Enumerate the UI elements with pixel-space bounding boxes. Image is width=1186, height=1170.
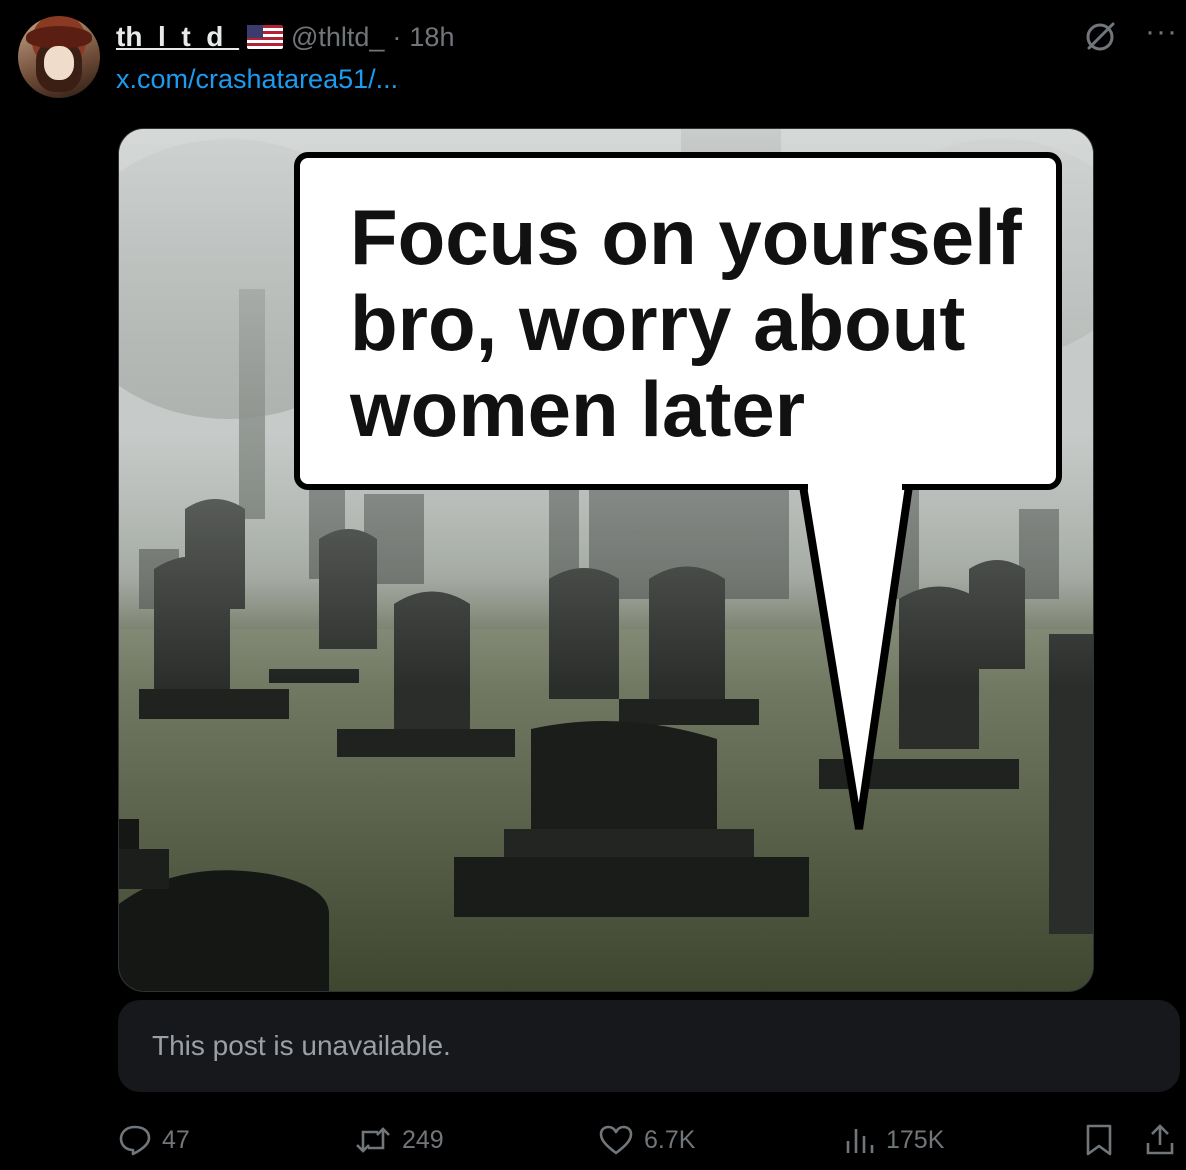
bookmark-icon (1086, 1124, 1112, 1156)
tweet-header: th_l_t_d_ @thltd_ · 18h (116, 20, 454, 54)
avatar[interactable] (18, 16, 100, 98)
views-count: 175K (886, 1125, 945, 1154)
repost-count: 249 (402, 1125, 444, 1154)
timestamp[interactable]: 18h (409, 22, 454, 53)
speech-bubble-seam (808, 478, 902, 492)
reply-icon (119, 1125, 151, 1156)
speech-bubble-text: Focus on yourself bro, worry about women… (350, 193, 1022, 453)
bookmark-button[interactable] (1084, 1120, 1114, 1160)
repost-icon (356, 1127, 390, 1153)
unavailable-text: This post is unavailable. (152, 1030, 451, 1061)
views-button[interactable]: 175K (844, 1120, 944, 1160)
separator-dot: · (392, 21, 402, 52)
like-button[interactable]: 6.7K (598, 1120, 695, 1160)
us-flag-icon (246, 25, 283, 49)
grok-icon[interactable] (1083, 20, 1117, 54)
like-icon (599, 1125, 633, 1155)
like-count: 6.7K (644, 1125, 696, 1154)
display-name[interactable]: th_l_t_d_ (116, 21, 239, 53)
tweet-actions: 47 249 6.7K 175K (118, 1120, 1180, 1160)
views-icon (846, 1129, 874, 1153)
more-icon[interactable]: ··· (1145, 17, 1178, 47)
user-handle[interactable]: @thltd_ (291, 22, 384, 53)
tweet-top-actions: ··· (1083, 17, 1178, 54)
reply-button[interactable]: 47 (118, 1120, 190, 1160)
repost-button[interactable]: 249 (354, 1120, 444, 1160)
quoted-post-unavailable: This post is unavailable. (118, 1000, 1180, 1092)
tweet-link[interactable]: x.com/crashatarea51/... (116, 64, 398, 95)
reply-count: 47 (162, 1125, 190, 1154)
share-button[interactable] (1144, 1120, 1176, 1160)
speech-bubble: Focus on yourself bro, worry about women… (294, 152, 1062, 490)
share-icon (1146, 1124, 1174, 1155)
